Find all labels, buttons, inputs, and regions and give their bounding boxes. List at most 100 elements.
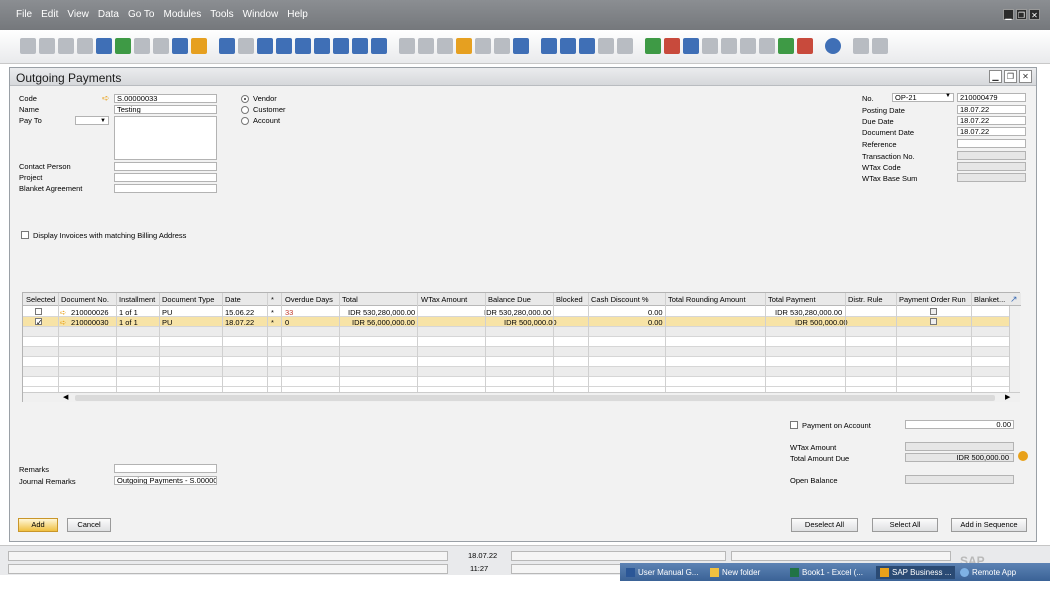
gross-profit-icon[interactable] <box>437 38 453 54</box>
menu-view[interactable]: View <box>67 9 89 20</box>
table-row[interactable]: ✓ ➪ 210000030 1 of 1 PU 18.07.22 * 0 IDR… <box>23 317 1009 327</box>
col-date[interactable]: Date <box>225 295 241 304</box>
forms-icon[interactable] <box>759 38 775 54</box>
last-record-icon[interactable] <box>314 38 330 54</box>
menu-data[interactable]: Data <box>98 9 119 20</box>
payment-means-icon[interactable] <box>456 38 472 54</box>
col-overdue-days[interactable]: Overdue Days <box>285 295 333 304</box>
blanket-agreement-field[interactable] <box>114 184 217 193</box>
cell-total-payment[interactable]: IDR 500,000.00 <box>795 318 848 327</box>
email-icon[interactable] <box>58 38 74 54</box>
select-all-button[interactable]: Select All <box>872 518 938 532</box>
preview-icon[interactable] <box>20 38 36 54</box>
table-row[interactable] <box>23 367 1009 377</box>
taskbar-folder[interactable]: New folder <box>710 566 760 579</box>
form-settings-icon[interactable] <box>853 38 869 54</box>
menu-window[interactable]: Window <box>243 9 279 20</box>
horizontal-scrollbar[interactable]: ◀ ▶ <box>23 392 1020 402</box>
menu-goto[interactable]: Go To <box>128 9 155 20</box>
col-total-rounding[interactable]: Total Rounding Amount <box>668 295 746 304</box>
calendar-icon[interactable] <box>645 38 661 54</box>
taskbar-sap[interactable]: SAP Business ... <box>876 566 956 579</box>
launch-icon[interactable] <box>172 38 188 54</box>
scroll-thumb[interactable] <box>75 395 995 401</box>
journal-icon[interactable] <box>494 38 510 54</box>
col-total[interactable]: Total <box>342 295 358 304</box>
sms-icon[interactable] <box>77 38 93 54</box>
lock-icon[interactable] <box>191 38 207 54</box>
previous-record-icon[interactable] <box>276 38 292 54</box>
pdf-icon[interactable] <box>153 38 169 54</box>
add-button[interactable]: Add <box>18 518 58 532</box>
refresh-icon[interactable] <box>333 38 349 54</box>
next-record-icon[interactable] <box>295 38 311 54</box>
close-doc-icon[interactable] <box>872 38 888 54</box>
message-icon[interactable] <box>598 38 614 54</box>
name-field[interactable]: Testing <box>114 105 217 114</box>
remarks-field[interactable] <box>114 464 217 473</box>
first-record-icon[interactable] <box>257 38 273 54</box>
settings-icon[interactable] <box>513 38 529 54</box>
recycle-icon[interactable] <box>797 38 813 54</box>
find-icon[interactable] <box>219 38 235 54</box>
table-row[interactable]: ➪ 210000026 1 of 1 PU 15.06.22 * 33 IDR … <box>23 307 1009 317</box>
col-installment[interactable]: Installment <box>119 295 155 304</box>
filter-icon[interactable] <box>352 38 368 54</box>
menu-help[interactable]: Help <box>287 9 308 20</box>
note-icon[interactable] <box>617 38 633 54</box>
wizard-icon[interactable] <box>778 38 794 54</box>
excel-icon[interactable] <box>115 38 131 54</box>
cell-cash-discount[interactable]: 0.00 <box>648 308 663 317</box>
account-radio[interactable] <box>241 117 249 125</box>
menu-modules[interactable]: Modules <box>163 9 201 20</box>
payment-on-account-field[interactable]: 0.00 <box>905 420 1014 429</box>
word-icon[interactable] <box>134 38 150 54</box>
col-wtax-amount[interactable]: WTax Amount <box>421 295 467 304</box>
base-document-icon[interactable] <box>399 38 415 54</box>
users-icon[interactable] <box>721 38 737 54</box>
col-blocked[interactable]: Blocked <box>556 295 583 304</box>
col-payment-order-run[interactable]: Payment Order Run <box>899 295 966 304</box>
taskbar-word[interactable]: User Manual G... <box>626 566 698 579</box>
col-total-payment[interactable]: Total Payment <box>768 295 816 304</box>
code-link-arrow-icon[interactable]: ➪ <box>102 94 112 103</box>
contact-person-field[interactable] <box>114 162 217 171</box>
alert-icon[interactable] <box>664 38 680 54</box>
volume-weight-icon[interactable] <box>475 38 491 54</box>
expand-columns-icon[interactable]: ↗ <box>1010 294 1018 305</box>
window-restore-button[interactable]: ❐ <box>1004 70 1017 83</box>
col-distr-rule[interactable]: Distr. Rule <box>848 295 883 304</box>
row-select-checkbox[interactable] <box>35 308 42 315</box>
layout-icon[interactable] <box>579 38 595 54</box>
document-number-field[interactable]: 210000479 <box>957 93 1026 102</box>
deselect-all-button[interactable]: Deselect All <box>791 518 858 532</box>
add-icon[interactable] <box>238 38 254 54</box>
org-icon[interactable] <box>702 38 718 54</box>
edit-icon[interactable] <box>541 38 557 54</box>
customer-radio[interactable] <box>241 106 249 114</box>
col-document-no[interactable]: Document No. <box>61 295 109 304</box>
help-icon[interactable] <box>825 38 841 54</box>
col-cash-discount[interactable]: Cash Discount % <box>591 295 649 304</box>
pay-to-address-field[interactable] <box>114 116 217 160</box>
doc-link-arrow-icon[interactable]: ➪ <box>60 318 66 327</box>
app-minimize-button[interactable]: ▁ <box>1003 9 1014 20</box>
scroll-left-icon[interactable]: ◀ <box>63 393 68 401</box>
col-blanket[interactable]: Blanket... <box>974 295 1005 304</box>
series-dropdown-icon[interactable]: ▼ <box>945 93 951 99</box>
display-invoices-checkbox[interactable] <box>21 231 29 239</box>
vendor-radio[interactable] <box>241 95 249 103</box>
document-date-field[interactable]: 18.07.22 <box>957 127 1026 136</box>
taskbar-excel[interactable]: Book1 - Excel (... <box>790 566 863 579</box>
cell-cash-discount[interactable]: 0.00 <box>648 318 663 327</box>
copy-icon[interactable] <box>560 38 576 54</box>
project-field[interactable] <box>114 173 217 182</box>
sort-icon[interactable] <box>371 38 387 54</box>
scroll-right-icon[interactable]: ▶ <box>1005 393 1010 401</box>
table-row[interactable] <box>23 327 1009 337</box>
menu-edit[interactable]: Edit <box>41 9 58 20</box>
query-icon[interactable] <box>740 38 756 54</box>
table-row[interactable] <box>23 337 1009 347</box>
window-close-button[interactable]: ✕ <box>1019 70 1032 83</box>
pay-to-select[interactable]: ▼ <box>75 116 109 125</box>
